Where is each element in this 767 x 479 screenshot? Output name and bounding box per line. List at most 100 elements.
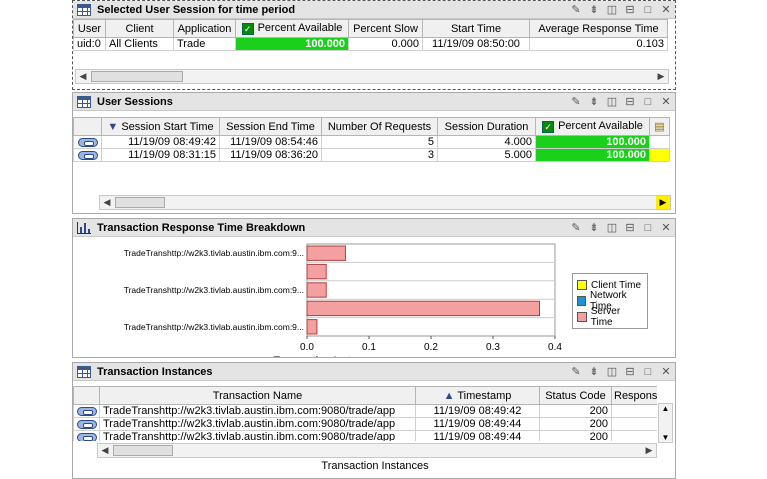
scroll-thumb[interactable] [91,71,183,82]
column-header-percent-available[interactable]: ✓ Percent Available [535,117,650,136]
scroll-thumb[interactable] [115,197,165,208]
server-time-bar [306,282,327,298]
cell: 5 [321,135,438,149]
scroll-up-icon[interactable]: ▲ [659,404,672,413]
check-icon: ✓ [542,120,555,133]
row-link[interactable] [73,148,102,162]
scroll-thumb[interactable] [113,445,173,456]
server-time-bar [306,300,540,317]
selected-session-panel: Selected User Session for time period ✎ … [72,0,676,90]
table-row[interactable]: TradeTranshttp://w2k3.tivlab.austin.ibm.… [73,430,657,441]
split-vertical-icon[interactable]: ◫ [603,219,621,237]
collapse-icon[interactable]: ⇟ [585,363,603,381]
column-header[interactable]: Number Of Requests [321,117,438,136]
column-header[interactable]: Session Duration [437,117,536,136]
link-icon[interactable] [77,419,97,429]
column-header-percent-available[interactable]: ✓ Percent Available [235,19,349,38]
row-link[interactable] [73,417,100,431]
column-header-timestamp[interactable]: ▲ Timestamp [415,386,540,405]
table-row[interactable]: uid:0 All Clients Trade 100.000 0.000 11… [73,37,668,51]
column-header-session-start[interactable]: ▼ Session Start Time [101,117,220,136]
panel-title: Transaction Instances [97,365,213,378]
cell: 200 [539,417,612,431]
horizontal-scrollbar[interactable]: ◀ ▶ [99,195,671,210]
collapse-icon[interactable]: ⇟ [585,93,603,111]
cell: All Clients [105,37,174,51]
scroll-left-icon[interactable]: ◀ [76,70,90,83]
cell: 0.103 [529,37,668,51]
close-icon[interactable]: ✕ [657,219,675,237]
cell [611,417,657,431]
table-row[interactable]: 11/19/09 08:49:42 11/19/09 08:54:46 5 4.… [73,135,670,149]
cell: 11/19/09 08:49:44 [415,430,540,441]
x-tick-label: 0.4 [548,342,562,353]
split-horizontal-icon[interactable]: ⊟ [621,363,639,381]
category-label: TradeTranshttp://w2k3.tivlab.austin.ibm.… [124,285,304,295]
app-window: Selected User Session for time period ✎ … [72,0,676,479]
split-horizontal-icon[interactable]: ⊟ [621,93,639,111]
pencil-icon[interactable]: ✎ [567,363,585,381]
cell-percent-available: 100.000 [235,37,349,51]
cell: 11/19/09 08:54:46 [219,135,322,149]
server-time-bar [306,245,346,261]
column-header[interactable]: Average Response Time [529,19,668,38]
panel-title: Selected User Session for time period [97,3,296,16]
table-row[interactable]: 11/19/09 08:31:15 11/19/09 08:36:20 3 5.… [73,148,670,162]
cell: 11/19/09 08:50:00 [422,37,530,51]
column-header[interactable]: Transaction Name [99,386,416,405]
horizontal-scrollbar[interactable]: ◀ ▶ [97,443,657,458]
cell: uid:0 [73,37,106,51]
link-icon[interactable] [77,150,98,160]
column-header[interactable]: Application [173,19,236,38]
link-icon[interactable] [77,406,97,416]
close-icon[interactable]: ✕ [657,1,675,19]
column-header[interactable]: Start Time [422,19,530,38]
maximize-icon[interactable]: □ [639,1,657,19]
scroll-left-icon[interactable]: ◀ [98,444,112,457]
link-icon[interactable] [77,432,97,441]
table-header-row: Transaction Name ▲ Timestamp Status Code… [73,386,657,405]
row-link[interactable] [73,404,100,418]
table-icon [77,3,91,16]
column-chooser-icon[interactable]: ▤ [649,117,670,136]
collapse-icon[interactable]: ⇟ [585,219,603,237]
scroll-down-icon[interactable]: ▼ [659,433,672,442]
split-vertical-icon[interactable]: ◫ [603,1,621,19]
column-header[interactable]: Percent Slow [348,19,423,38]
cell: 0.000 [348,37,423,51]
scroll-left-icon[interactable]: ◀ [100,196,114,209]
close-icon[interactable]: ✕ [657,363,675,381]
table-row[interactable]: TradeTranshttp://w2k3.tivlab.austin.ibm.… [73,404,657,418]
row-link[interactable] [73,135,102,149]
split-vertical-icon[interactable]: ◫ [603,363,621,381]
maximize-icon[interactable]: □ [639,363,657,381]
row-link[interactable] [73,430,100,441]
column-header[interactable]: User [73,19,106,38]
collapse-icon[interactable]: ⇟ [585,1,603,19]
column-header[interactable]: Status Code [539,386,612,405]
pencil-icon[interactable]: ✎ [567,219,585,237]
legend-swatch-network [577,296,586,306]
split-horizontal-icon[interactable]: ⊟ [621,219,639,237]
column-header[interactable]: Respons [611,386,657,405]
column-header[interactable]: Session End Time [219,117,322,136]
scroll-right-icon[interactable]: ▶ [642,444,656,457]
scroll-right-icon[interactable]: ▶ [654,70,668,83]
link-icon[interactable] [77,137,98,147]
close-icon[interactable]: ✕ [657,93,675,111]
column-header[interactable]: Client [105,19,174,38]
table-icon [77,95,91,108]
vertical-scrollbar[interactable]: ▲ ▼ [658,403,673,443]
maximize-icon[interactable]: □ [639,219,657,237]
x-tick-label: 0.0 [300,342,314,353]
maximize-icon[interactable]: □ [639,93,657,111]
split-horizontal-icon[interactable]: ⊟ [621,1,639,19]
pencil-icon[interactable]: ✎ [567,1,585,19]
cell: 11/19/09 08:31:15 [101,148,220,162]
check-icon: ✓ [241,22,254,35]
horizontal-scrollbar[interactable]: ◀ ▶ [75,69,669,84]
split-vertical-icon[interactable]: ◫ [603,93,621,111]
pencil-icon[interactable]: ✎ [567,93,585,111]
scroll-right-icon[interactable]: ▶ [656,196,670,209]
table-row[interactable]: TradeTranshttp://w2k3.tivlab.austin.ibm.… [73,417,657,431]
